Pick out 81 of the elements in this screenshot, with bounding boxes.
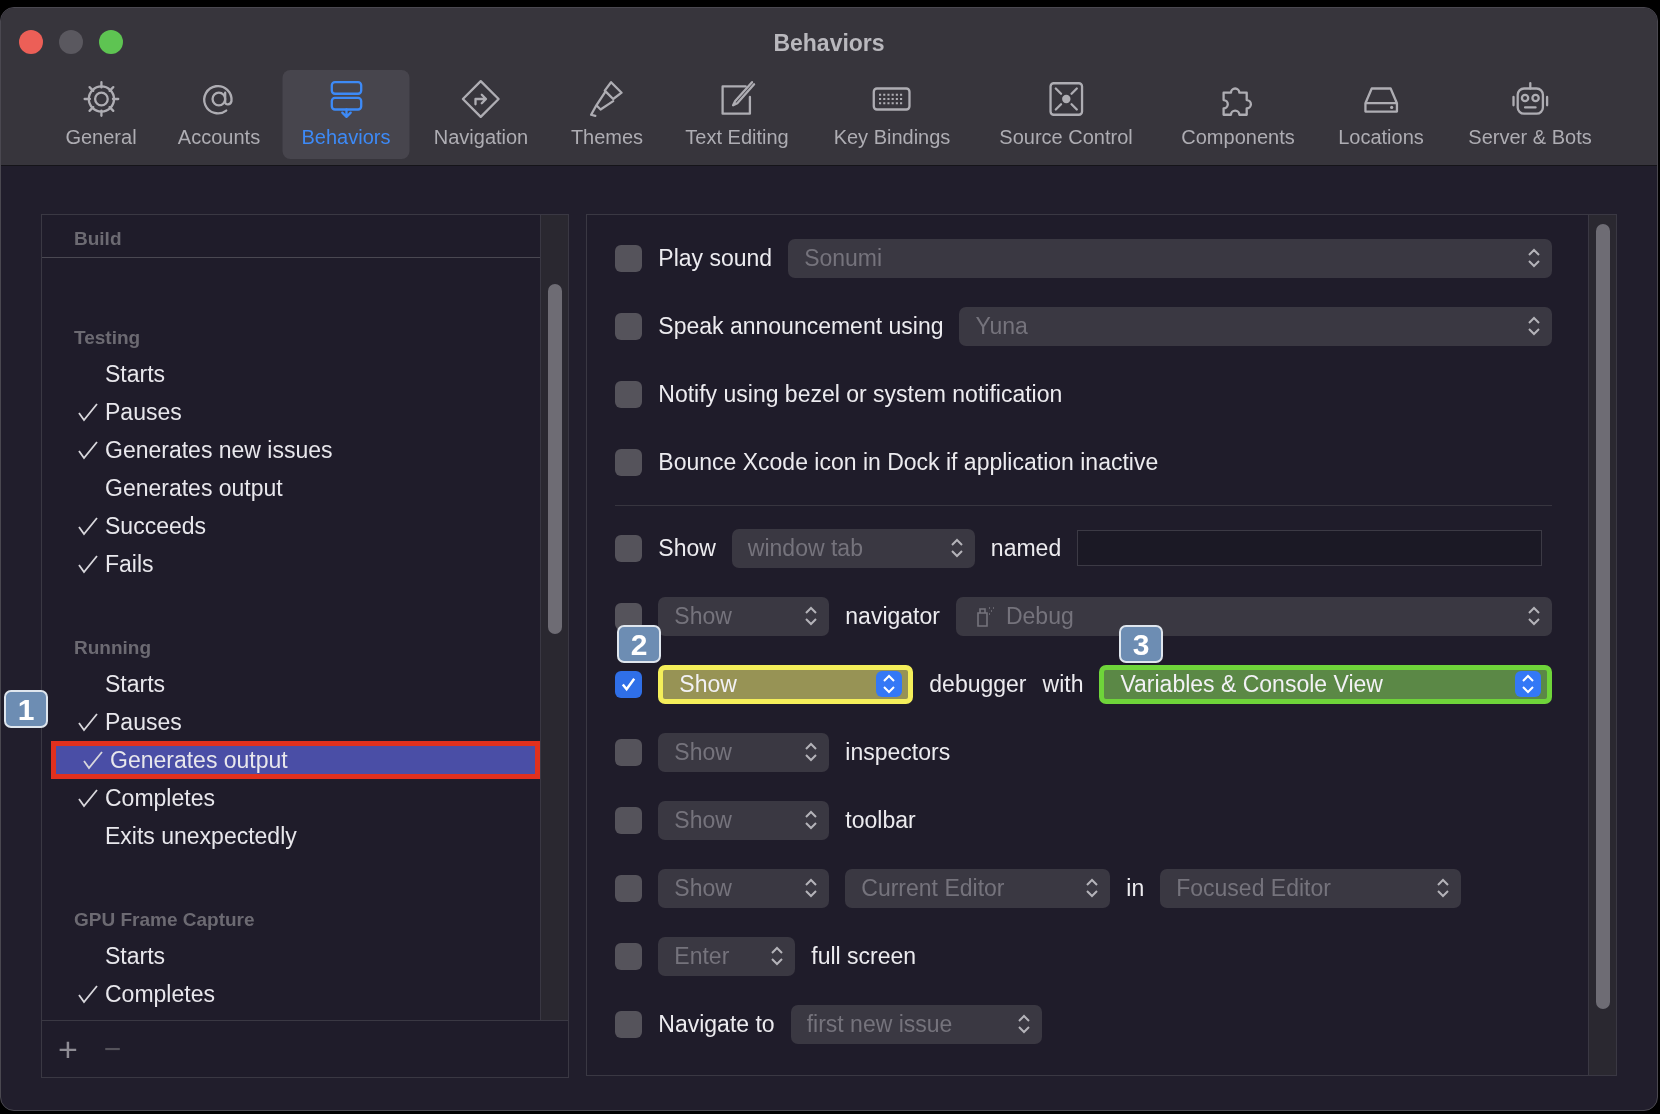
checkbox[interactable] [615,448,643,476]
add-button[interactable]: + [58,1032,78,1066]
option-label: Navigate to [658,1009,775,1039]
stepper-icon [771,946,784,966]
stepper-icon [1528,248,1540,268]
callout-badge: 3 [1119,625,1163,663]
option-label: Play sound [658,243,773,273]
road-sign-icon [460,77,502,120]
checkbox[interactable] [615,874,643,902]
toolbar-tab[interactable]: General [53,70,149,159]
toolbar-tab[interactable]: Text Editing [673,70,801,159]
checkbox[interactable] [615,244,643,272]
behavior-item[interactable]: Exits unexpectedly [51,817,541,855]
behavior-item[interactable]: Generates output [51,741,541,779]
behavior-item[interactable]: Generates output [51,469,541,507]
option-label: in [1126,873,1145,903]
close-button[interactable] [19,30,43,54]
section-header: Running [73,635,153,660]
stepper-icon [1528,316,1540,336]
option-label: navigator [845,601,940,631]
checkbox[interactable] [615,670,643,698]
stepper-icon [805,878,818,898]
toolbar-tab[interactable]: Source Control [987,70,1145,159]
option-label: named [990,533,1062,563]
toolbar-tab[interactable]: Accounts [165,70,273,159]
stepper-icon [1017,1014,1030,1034]
checkbox[interactable] [615,1010,643,1038]
stepper-icon [1515,671,1541,697]
stepper-icon [876,671,903,697]
toolbar-tab[interactable]: Key Bindings [821,70,963,159]
checkbox[interactable] [615,806,643,834]
checkbox[interactable] [615,738,643,766]
stepper-icon [950,538,963,558]
zoom-button[interactable] [99,30,123,54]
window-title: Behaviors [773,29,885,58]
option-label: Speak announcement using [658,311,944,341]
behavior-item[interactable]: Succeeds [51,507,541,545]
checkbox[interactable] [615,312,643,340]
toolbar-tab[interactable]: Server & Bots [1456,70,1604,159]
callout-badge: 1 [4,690,48,728]
option-label: Show [658,533,716,563]
behavior-item[interactable]: Pauses [51,703,541,741]
behavior-item[interactable]: Fails [51,545,541,583]
toolbar-tab[interactable]: Themes [558,70,656,159]
text-field[interactable] [1077,530,1542,566]
option-label: full screen [811,941,917,971]
stepper-icon [1437,878,1450,898]
stepper-icon [805,606,818,626]
checkbox[interactable] [615,534,643,562]
checkbox[interactable] [615,380,643,408]
toolbar-tab[interactable]: Locations [1326,70,1436,159]
popup-button[interactable]: Show [658,664,914,704]
popup-button[interactable]: Variables & Console View [1099,664,1552,704]
section-header: Testing [73,325,142,350]
stepper-icon [1528,606,1540,626]
toolbar-tab[interactable]: Behaviors [282,70,410,159]
option-label: inspectors [845,737,951,767]
stepper-icon [805,810,818,830]
checkbox[interactable] [615,942,643,970]
behavior-item[interactable]: Starts [51,665,541,703]
behavior-item[interactable]: Generates new issues [51,431,541,469]
stepper-icon [1086,878,1099,898]
section-header: GPU Frame Capture [73,907,256,932]
behavior-item[interactable]: Completes [51,779,541,817]
behavior-item[interactable]: Starts [51,937,541,975]
behavior-item[interactable]: Starts [51,355,541,393]
section-header: Build [74,226,122,251]
toolbar-tab[interactable]: Navigation [421,70,541,159]
option-label: Notify using bezel or system notification [658,379,1063,409]
behavior-item[interactable]: Pauses [51,393,541,431]
stepper-icon [805,742,818,762]
option-label: with [1042,669,1084,699]
toolbar-tab[interactable]: Components [1169,70,1307,159]
scrollbar-thumb[interactable] [1596,224,1610,1009]
option-label: Bounce Xcode icon in Dock if application inactive [658,447,1159,477]
callout-badge: 2 [617,625,661,663]
scrollbar-thumb[interactable] [548,284,563,634]
option-label: toolbar [845,805,916,835]
minimize-button[interactable] [59,30,83,54]
option-label: debugger [929,669,1027,699]
behavior-item[interactable]: Completes [51,975,541,1013]
